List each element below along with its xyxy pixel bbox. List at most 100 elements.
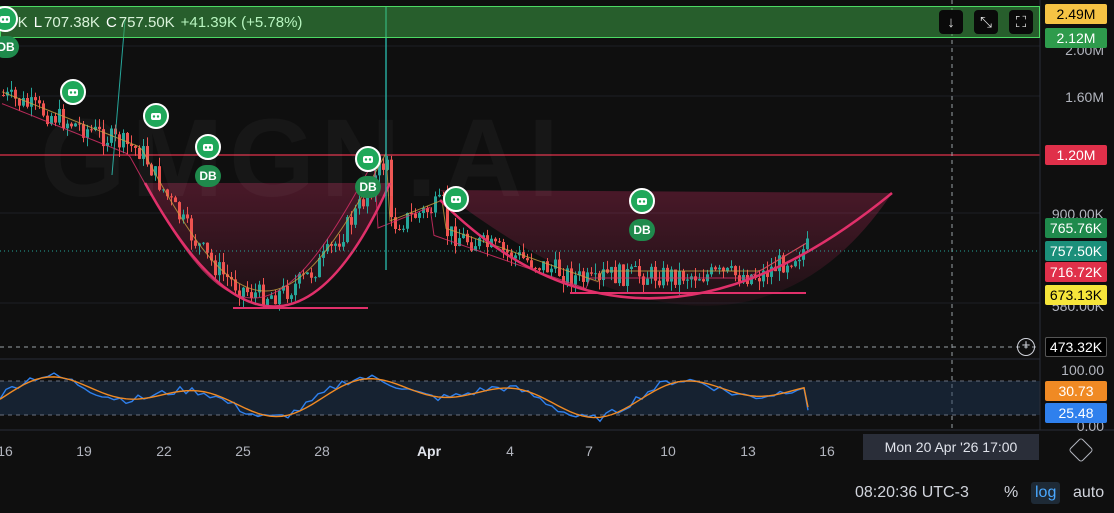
robot-icon	[68, 89, 78, 96]
candle-body	[22, 97, 25, 106]
bot-badge[interactable]	[143, 103, 169, 129]
candle-body	[270, 295, 273, 299]
price-tick: 1.60M	[1065, 89, 1104, 105]
candle-body	[662, 267, 665, 286]
candle-body	[278, 290, 281, 305]
collapse-button[interactable]: ⤡	[974, 10, 998, 34]
candle-body	[714, 267, 717, 270]
candle-body	[338, 243, 341, 247]
candle-body	[310, 272, 313, 278]
stoch-band	[0, 381, 1040, 415]
candle-body	[794, 261, 797, 267]
candle-body	[786, 265, 789, 273]
candle-body	[626, 268, 629, 286]
candle-body	[574, 275, 577, 285]
fullscreen-button[interactable]: ⛶	[1009, 10, 1033, 34]
watermark: GMGN.AI	[40, 95, 565, 222]
candle-body	[450, 226, 453, 237]
clock: 08:20:36 UTC-3	[855, 484, 969, 501]
candle-body	[778, 255, 781, 272]
candle-body	[498, 241, 501, 243]
robot-icon	[203, 144, 213, 151]
low-value: 707.38K	[44, 13, 100, 31]
close-value: 757.50K	[118, 13, 175, 31]
plus-circle-icon[interactable]: +	[1017, 338, 1035, 356]
candle-body	[286, 285, 289, 299]
candle-body	[398, 228, 401, 230]
time-cursor-label: Mon 20 Apr '26 17:00	[863, 434, 1039, 460]
candle-body	[30, 97, 33, 107]
price-tag-resistance: 1.20M	[1045, 145, 1107, 165]
log-scale-button[interactable]: log	[1031, 482, 1061, 504]
candle-body	[666, 267, 669, 282]
low-label: L	[33, 13, 43, 31]
candle-body	[538, 268, 541, 271]
candle-body	[594, 273, 597, 275]
stoch-k-tag: 25.48	[1045, 403, 1107, 423]
auto-scale-button[interactable]: auto	[1073, 484, 1104, 502]
price-tag-support: 673.13K	[1045, 285, 1107, 305]
candle-body	[530, 260, 533, 268]
candle-body	[478, 237, 481, 247]
time-tick: 10	[660, 443, 676, 459]
candle-body	[614, 266, 617, 284]
time-tick: 28	[314, 443, 330, 459]
robot-icon	[451, 196, 461, 203]
candle-body	[654, 266, 657, 281]
robot-icon	[0, 16, 10, 23]
robot-icon	[637, 198, 647, 205]
candle-body	[34, 97, 37, 101]
candle-body	[618, 264, 621, 284]
robot-icon	[363, 156, 373, 163]
candle-body	[610, 266, 613, 273]
candle-body	[294, 283, 297, 296]
candle-body	[318, 257, 321, 278]
arrow-down-icon: ↓	[947, 13, 955, 31]
candle-body	[526, 258, 529, 261]
candle-body	[262, 284, 265, 306]
candle-body	[730, 266, 733, 268]
candle-body	[590, 272, 593, 274]
bot-badge[interactable]	[355, 146, 381, 172]
time-tick: 16	[0, 443, 13, 459]
price-tag-high: 765.76K	[1045, 218, 1107, 238]
percent-button[interactable]: %	[1004, 484, 1018, 502]
candle-body	[622, 264, 625, 286]
bot-badge[interactable]	[60, 79, 86, 105]
time-tick: 13	[740, 443, 756, 459]
candle-body	[718, 267, 721, 270]
candle-body	[494, 238, 497, 242]
db-badge[interactable]: DB	[629, 219, 655, 241]
price-tag-low: 716.72K	[1045, 262, 1107, 282]
candle-body	[266, 298, 269, 306]
candle-body	[250, 292, 253, 298]
collapse-icon: ⤡	[979, 13, 992, 31]
candle-body	[702, 279, 705, 282]
candle-body	[342, 242, 345, 247]
bot-badge[interactable]	[195, 134, 221, 160]
candle-body	[570, 268, 573, 285]
bot-badge[interactable]	[629, 188, 655, 214]
candle-body	[674, 269, 677, 285]
fullscreen-icon: ⛶	[1015, 13, 1027, 31]
db-badge[interactable]: DB	[195, 165, 221, 187]
bot-badge[interactable]	[443, 186, 469, 212]
candle-body	[546, 261, 549, 273]
candle-body	[686, 279, 689, 281]
db-badge[interactable]: DB	[355, 176, 381, 198]
candle-body	[790, 265, 793, 267]
candle-body	[806, 238, 809, 250]
candle-body	[2, 95, 5, 96]
change-value: +41.39K (+5.78%)	[180, 13, 303, 31]
candle-body	[334, 243, 337, 246]
candle-body	[634, 266, 637, 268]
candle-body	[550, 268, 553, 273]
candle-body	[646, 278, 649, 285]
candle-body	[290, 295, 293, 299]
candle-body	[650, 266, 653, 279]
scroll-down-button[interactable]: ↓	[939, 10, 963, 34]
price-tag-close: 757.50K	[1045, 241, 1107, 261]
candle-body	[758, 278, 761, 282]
candle-body	[314, 277, 317, 279]
candle-body	[274, 295, 277, 305]
